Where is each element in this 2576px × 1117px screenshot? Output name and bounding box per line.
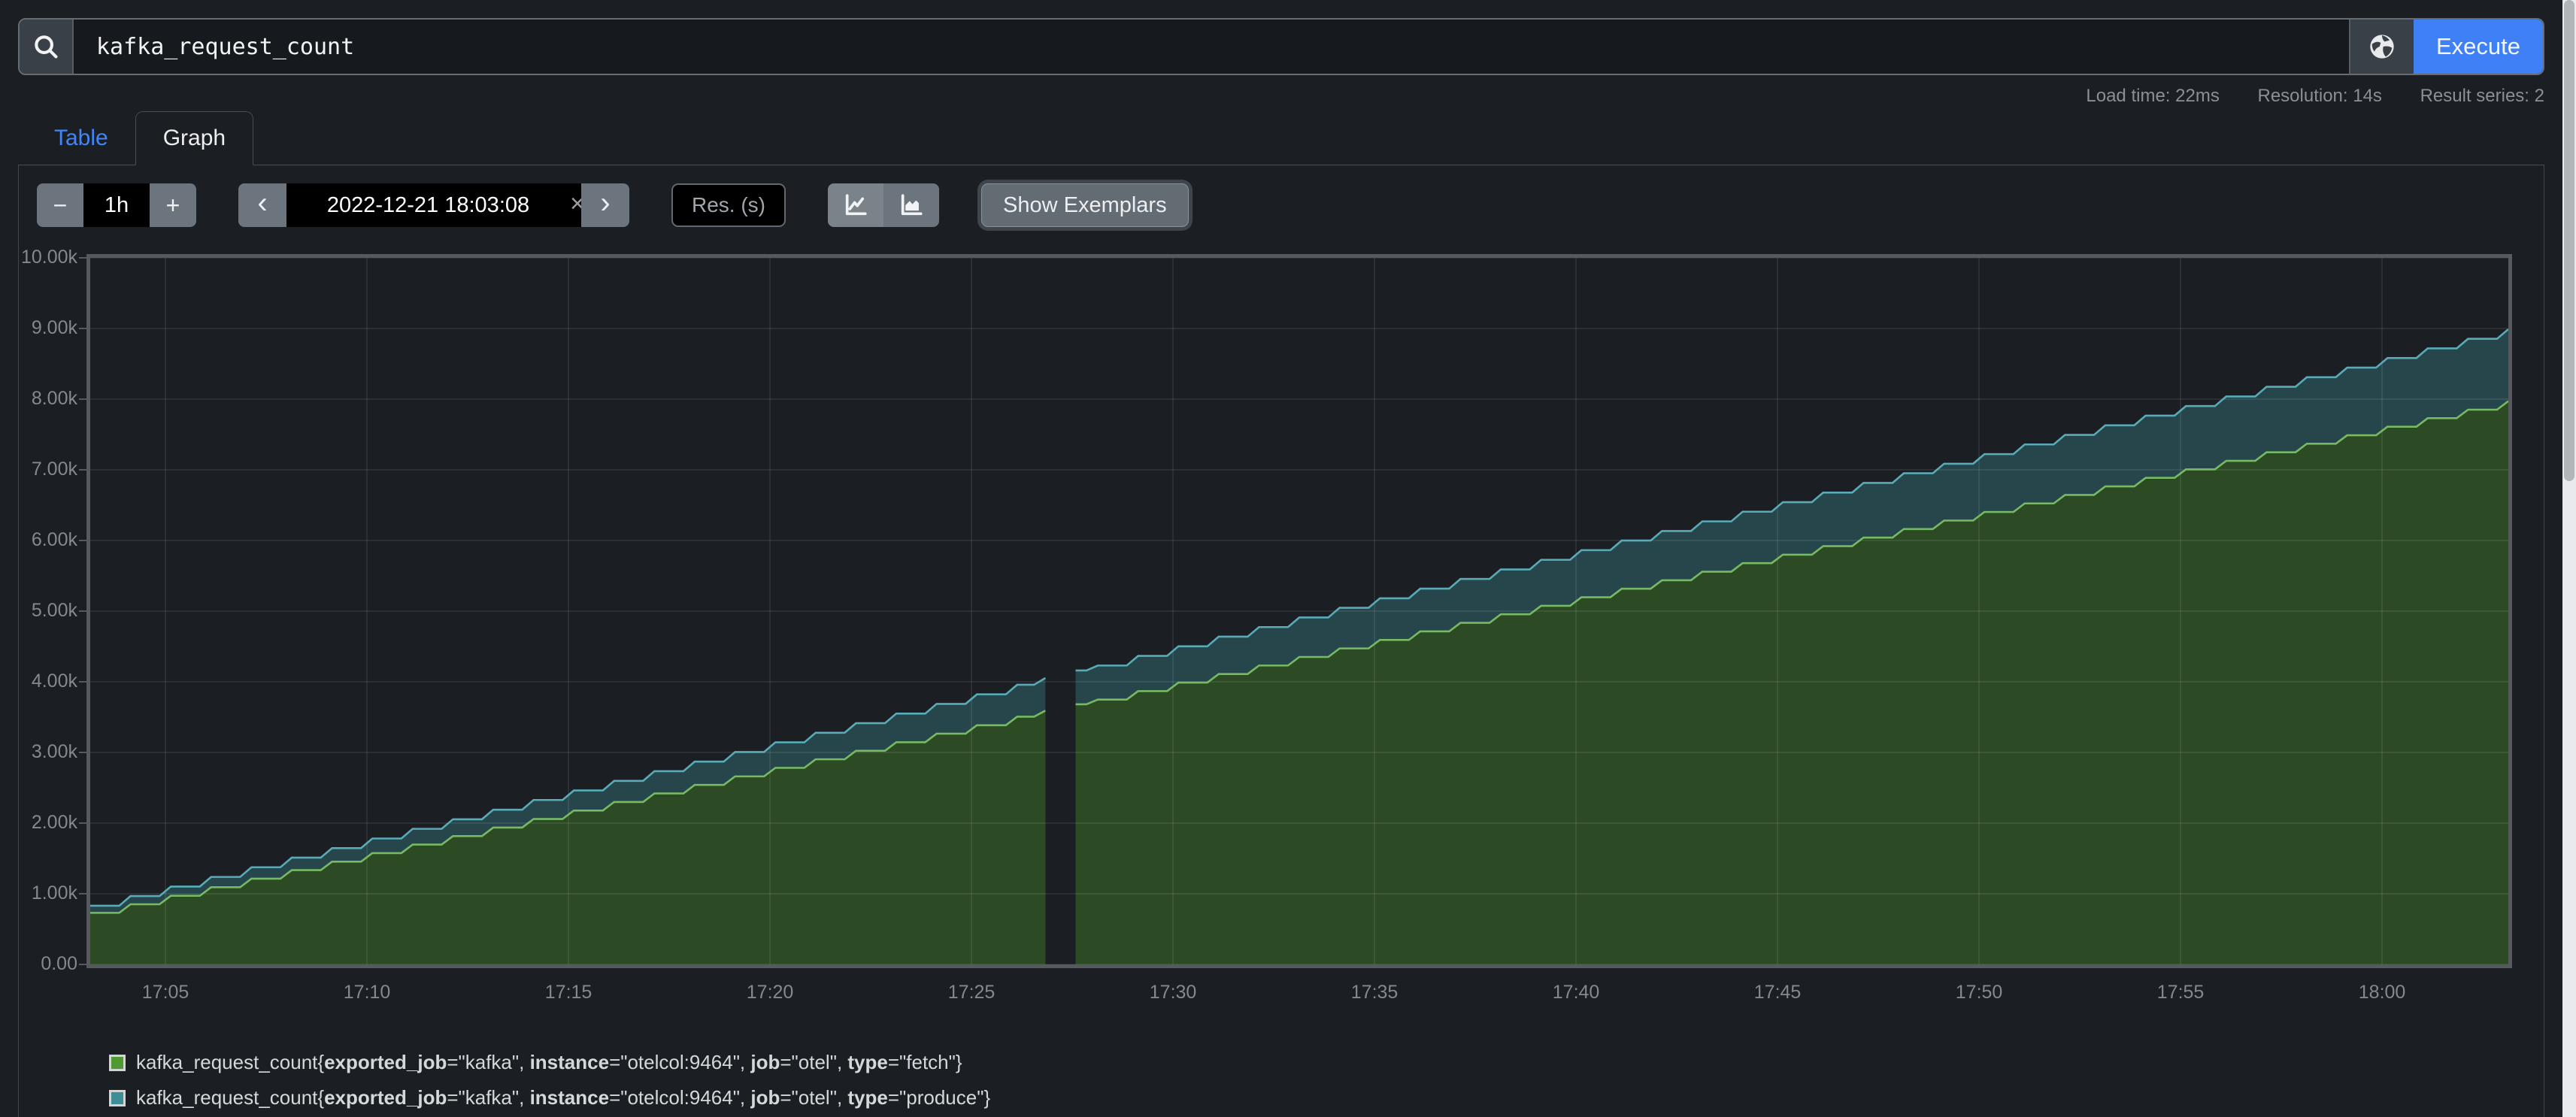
y-axis-tick-label: 9.00k — [19, 317, 77, 339]
metrics-explorer-button[interactable] — [2349, 20, 2414, 74]
end-time-input[interactable] — [286, 193, 570, 218]
y-axis-tick-label: 0.00 — [19, 953, 77, 975]
time-forward-button[interactable]: › — [581, 183, 629, 227]
x-axis-tick-label: 17:45 — [1732, 982, 1823, 1003]
legend-item[interactable]: kafka_request_count{exported_job="kafka"… — [109, 1051, 2544, 1074]
stacked-chart-icon — [899, 192, 924, 218]
range-control: − + — [37, 183, 196, 227]
resolution: Resolution: 14s — [2257, 86, 2381, 106]
search-addon — [20, 20, 74, 74]
prometheus-expression-browser: Execute Load time: 22ms Resolution: 14s … — [0, 0, 2562, 1117]
query-bar: Execute — [18, 18, 2544, 75]
x-axis-tick-label: 17:10 — [322, 982, 412, 1003]
line-graph-button[interactable] — [828, 183, 883, 227]
x-axis-tick-label: 17:55 — [2135, 982, 2226, 1003]
y-axis-tick-label: 8.00k — [19, 388, 77, 410]
y-axis-tick — [79, 681, 86, 683]
legend-item[interactable]: kafka_request_count{exported_job="kafka"… — [109, 1086, 2544, 1109]
x-axis-tick-label: 18:00 — [2337, 982, 2427, 1003]
query-stats: Load time: 22ms Resolution: 14s Result s… — [18, 86, 2544, 107]
load-time: Load time: 22ms — [2086, 86, 2219, 106]
y-axis-tick — [79, 257, 86, 259]
resolution-input[interactable] — [671, 183, 786, 227]
range-decrease-button[interactable]: − — [37, 183, 83, 227]
show-exemplars-button[interactable]: Show Exemplars — [981, 183, 1189, 227]
series-legend: kafka_request_count{exported_job="kafka"… — [109, 1051, 2544, 1109]
tab-table[interactable]: Table — [27, 112, 135, 165]
y-axis-tick — [79, 752, 86, 753]
search-icon — [32, 32, 60, 61]
y-axis-tick-label: 2.00k — [19, 812, 77, 834]
y-axis-tick — [79, 893, 86, 895]
range-increase-button[interactable]: + — [150, 183, 196, 227]
x-axis-tick-label: 17:35 — [1329, 982, 1420, 1003]
y-axis-tick-label: 6.00k — [19, 529, 77, 551]
y-axis-tick-label: 3.00k — [19, 741, 77, 763]
x-axis-tick-label: 17:40 — [1531, 982, 1621, 1003]
x-axis-tick-label: 17:25 — [926, 982, 1017, 1003]
range-input[interactable] — [83, 183, 150, 227]
end-time-control: ‹ × › — [238, 183, 629, 227]
y-axis-tick — [79, 964, 86, 965]
line-chart-icon — [843, 192, 868, 218]
y-axis-tick — [79, 610, 86, 612]
result-series: Result series: 2 — [2420, 86, 2544, 106]
y-axis-tick-label: 5.00k — [19, 600, 77, 622]
y-axis-tick-label: 7.00k — [19, 459, 77, 480]
tab-graph[interactable]: Graph — [135, 111, 253, 165]
time-back-button[interactable]: ‹ — [238, 183, 286, 227]
x-axis-tick-label: 17:30 — [1128, 982, 1218, 1003]
legend-swatch — [109, 1090, 126, 1106]
time-series-chart: 0.00 1.00k 2.00k 3.00k 4.00k 5.00k 6.00k 7.00k 8… — [19, 250, 2544, 1013]
legend-swatch — [109, 1055, 126, 1071]
graph-panel: − + ‹ × › — [18, 165, 2544, 1117]
graph-toolbar: − + ‹ × › — [37, 183, 2544, 227]
graph-type-toggle — [828, 183, 939, 227]
y-axis-tick — [79, 469, 86, 471]
scrollbar-thumb[interactable] — [2564, 0, 2574, 481]
x-axis-tick-label: 17:50 — [1934, 982, 2024, 1003]
y-axis-tick-label: 10.00k — [19, 247, 77, 268]
y-axis-tick — [79, 328, 86, 329]
y-axis-tick — [79, 822, 86, 824]
y-axis-tick — [79, 398, 86, 400]
plot-canvas[interactable] — [90, 258, 2508, 964]
end-time-box: × — [286, 183, 581, 227]
series-fetch-area — [1076, 401, 2508, 964]
execute-button[interactable]: Execute — [2414, 20, 2543, 74]
x-axis-tick-label: 17:15 — [523, 982, 614, 1003]
y-axis-tick — [79, 540, 86, 541]
globe-icon — [2367, 32, 2397, 62]
x-axis-tick-label: 17:20 — [725, 982, 815, 1003]
plot-area[interactable] — [86, 254, 2512, 968]
legend-series-name: kafka_request_count{exported_job="kafka"… — [136, 1086, 990, 1109]
legend-series-name: kafka_request_count{exported_job="kafka"… — [136, 1051, 962, 1074]
query-input[interactable] — [74, 20, 2349, 74]
y-axis-tick-label: 4.00k — [19, 671, 77, 692]
stacked-graph-button[interactable] — [883, 183, 939, 227]
y-axis-tick-label: 1.00k — [19, 882, 77, 904]
tab-bar: Table Graph — [18, 111, 2544, 165]
page-scrollbar[interactable] — [2562, 0, 2576, 1117]
x-axis-tick-label: 17:05 — [120, 982, 211, 1003]
